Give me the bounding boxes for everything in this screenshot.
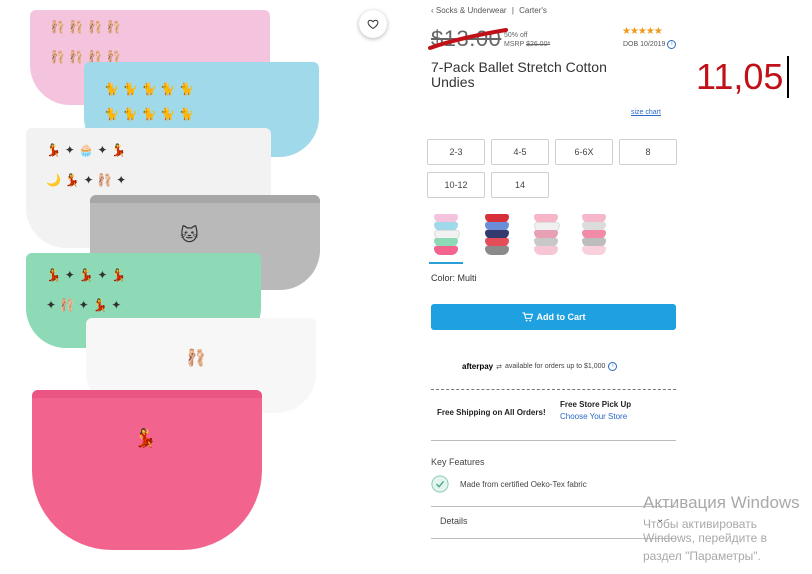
hot-pink-pair-image: 💃 bbox=[32, 390, 262, 550]
discount-percent: 50% off bbox=[504, 32, 528, 39]
msrp-line: MSRP $26.00* bbox=[504, 40, 550, 49]
overlay-number: 11,05 bbox=[696, 56, 784, 97]
wishlist-button[interactable] bbox=[359, 10, 387, 38]
afterpay-logo: afterpay bbox=[462, 362, 494, 371]
breadcrumb-brand-link[interactable]: Carter's bbox=[519, 6, 547, 15]
product-image[interactable]: 🩰 🩰 🩰 🩰 🩰 🩰 🩰 🩰 🐈 🐈 🐈 🐈 🐈 🐈 🐈 🐈 🐈 🐈 💃 ✦ … bbox=[20, 0, 390, 574]
color-swatch-2[interactable] bbox=[482, 214, 512, 260]
size-button-14[interactable]: 14 bbox=[491, 172, 549, 198]
key-feature-item: Made from certified Oeko-Tex fabric bbox=[460, 480, 587, 489]
key-features-title: Key Features bbox=[431, 457, 485, 467]
msrp-label: MSRP bbox=[504, 41, 525, 48]
dob-text: DOB 10/2019 bbox=[623, 41, 666, 48]
cart-icon bbox=[522, 312, 533, 322]
text-cursor bbox=[787, 56, 789, 98]
oeko-tex-shield-icon bbox=[431, 475, 449, 493]
size-chart-link[interactable]: size chart bbox=[631, 109, 661, 116]
color-swatch-4[interactable] bbox=[579, 214, 609, 260]
product-title: 7-Pack Ballet Stretch Cotton Undies bbox=[431, 59, 607, 90]
details-accordion[interactable]: Details bbox=[440, 516, 468, 526]
afterpay-text: available for orders up to $1,000 bbox=[505, 363, 606, 370]
store-pickup-title: Free Store Pick Up bbox=[560, 400, 632, 409]
divider-details-top bbox=[431, 506, 676, 507]
dob-label: DOB 10/2019 i bbox=[623, 40, 677, 49]
activation-line-2: Чтобы активировать Windows, перейдите в bbox=[643, 517, 768, 545]
choose-store-link[interactable]: Choose Your Store bbox=[560, 412, 627, 421]
size-button-8[interactable]: 8 bbox=[619, 139, 677, 165]
msrp-value: $26.00* bbox=[526, 41, 551, 48]
add-to-cart-label: Add to Cart bbox=[536, 312, 586, 322]
size-button-4-5[interactable]: 4-5 bbox=[491, 139, 549, 165]
discount-info: 50% off MSRP $26.00* bbox=[504, 31, 550, 49]
divider-details-bottom bbox=[431, 538, 676, 539]
price-strike-scribble bbox=[428, 28, 508, 50]
size-button-10-12[interactable]: 10-12 bbox=[427, 172, 485, 198]
rating-stars[interactable]: ★★★★★ bbox=[622, 26, 663, 37]
afterpay-arrows-icon: ⇄ bbox=[496, 363, 502, 371]
size-button-2-3[interactable]: 2-3 bbox=[427, 139, 485, 165]
afterpay-info-icon[interactable]: i bbox=[608, 362, 618, 371]
info-icon[interactable]: i bbox=[667, 40, 677, 49]
color-label: Color: Multi bbox=[431, 273, 477, 283]
color-swatch-3[interactable] bbox=[531, 214, 561, 260]
free-shipping-text: Free Shipping on All Orders! bbox=[437, 408, 546, 417]
breadcrumb: ‹ Socks & Underwear | Carter's bbox=[431, 6, 550, 15]
size-button-6-6x[interactable]: 6-6X bbox=[555, 139, 613, 165]
windows-activation-watermark: Активация Windows Чтобы активировать Win… bbox=[643, 493, 812, 563]
afterpay-info: afterpay ⇄ available for orders up to $1… bbox=[462, 362, 618, 371]
divider-top bbox=[431, 389, 676, 390]
breadcrumb-back-link[interactable]: ‹ Socks & Underwear bbox=[431, 6, 507, 15]
activation-title: Активация Windows bbox=[643, 493, 800, 512]
add-to-cart-button[interactable]: Add to Cart bbox=[431, 304, 676, 330]
breadcrumb-separator: | bbox=[511, 6, 514, 15]
activation-line-3: раздел "Параметры". bbox=[643, 549, 761, 563]
divider-shipping bbox=[431, 440, 676, 441]
heart-icon bbox=[367, 19, 379, 30]
color-swatch-multi[interactable] bbox=[429, 214, 463, 264]
